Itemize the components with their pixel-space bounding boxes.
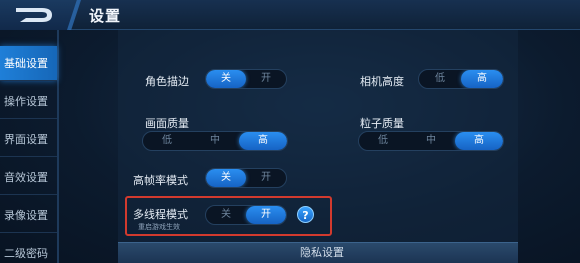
- multithread-off-option[interactable]: 关: [206, 206, 246, 224]
- outline-toggle[interactable]: 关 开: [205, 69, 287, 89]
- high-fps-label: 高帧率模式: [133, 174, 188, 187]
- back-button[interactable]: [0, 0, 80, 30]
- privacy-section-title: 隐私设置: [300, 246, 344, 259]
- quality-label: 画面质量: [145, 117, 189, 130]
- quality-mid-option[interactable]: 中: [191, 132, 239, 150]
- particles-low-option[interactable]: 低: [359, 132, 407, 150]
- sidebar: 基础设置 操作设置 界面设置 音效设置 录像设置 二级密码: [0, 46, 57, 263]
- settings-screen: 设置 基础设置 操作设置 界面设置 音效设置 录像设置 二级密码 角色描边 关 …: [0, 0, 580, 263]
- camera-height-label: 相机高度: [360, 75, 404, 88]
- high-fps-off-option[interactable]: 关: [206, 169, 246, 187]
- sidebar-item-replay[interactable]: 录像设置: [0, 198, 57, 233]
- quality-low-option[interactable]: 低: [143, 132, 191, 150]
- particles-label: 粒子质量: [360, 117, 404, 130]
- multithread-on-option[interactable]: 开: [246, 206, 286, 224]
- camera-low-option[interactable]: 低: [419, 70, 461, 88]
- help-icon[interactable]: ?: [297, 206, 314, 223]
- outline-label: 角色描边: [145, 75, 189, 88]
- outline-off-option[interactable]: 关: [206, 70, 246, 88]
- sidebar-item-audio[interactable]: 音效设置: [0, 160, 57, 195]
- quality-toggle[interactable]: 低 中 高: [142, 131, 288, 151]
- sidebar-item-basic[interactable]: 基础设置: [0, 46, 57, 81]
- multithread-toggle[interactable]: 关 开: [205, 205, 287, 225]
- sidebar-item-label: 操作设置: [4, 95, 48, 108]
- sidebar-item-password[interactable]: 二级密码: [0, 236, 57, 263]
- high-fps-on-option[interactable]: 开: [246, 169, 286, 187]
- header-bar: [0, 0, 580, 30]
- particles-mid-option[interactable]: 中: [407, 132, 455, 150]
- sidebar-item-label: 录像设置: [4, 209, 48, 222]
- particles-toggle[interactable]: 低 中 高: [358, 131, 504, 151]
- sidebar-item-label: 基础设置: [4, 57, 48, 70]
- sidebar-item-label: 二级密码: [4, 247, 48, 260]
- particles-high-option[interactable]: 高: [455, 132, 503, 150]
- page-title: 设置: [89, 7, 122, 25]
- sidebar-item-interface[interactable]: 界面设置: [0, 122, 57, 157]
- sidebar-item-label: 音效设置: [4, 171, 48, 184]
- camera-high-option[interactable]: 高: [461, 70, 503, 88]
- sidebar-divider: [57, 30, 59, 263]
- back-arrow-icon: [16, 8, 52, 22]
- high-fps-toggle[interactable]: 关 开: [205, 168, 287, 188]
- sidebar-item-label: 界面设置: [4, 133, 48, 146]
- multithread-sublabel: 重启游戏生效: [138, 223, 180, 231]
- sidebar-item-controls[interactable]: 操作设置: [0, 84, 57, 119]
- outline-on-option[interactable]: 开: [246, 70, 286, 88]
- multithread-label: 多线程模式: [133, 208, 188, 221]
- camera-height-toggle[interactable]: 低 高: [418, 69, 504, 89]
- quality-high-option[interactable]: 高: [239, 132, 287, 150]
